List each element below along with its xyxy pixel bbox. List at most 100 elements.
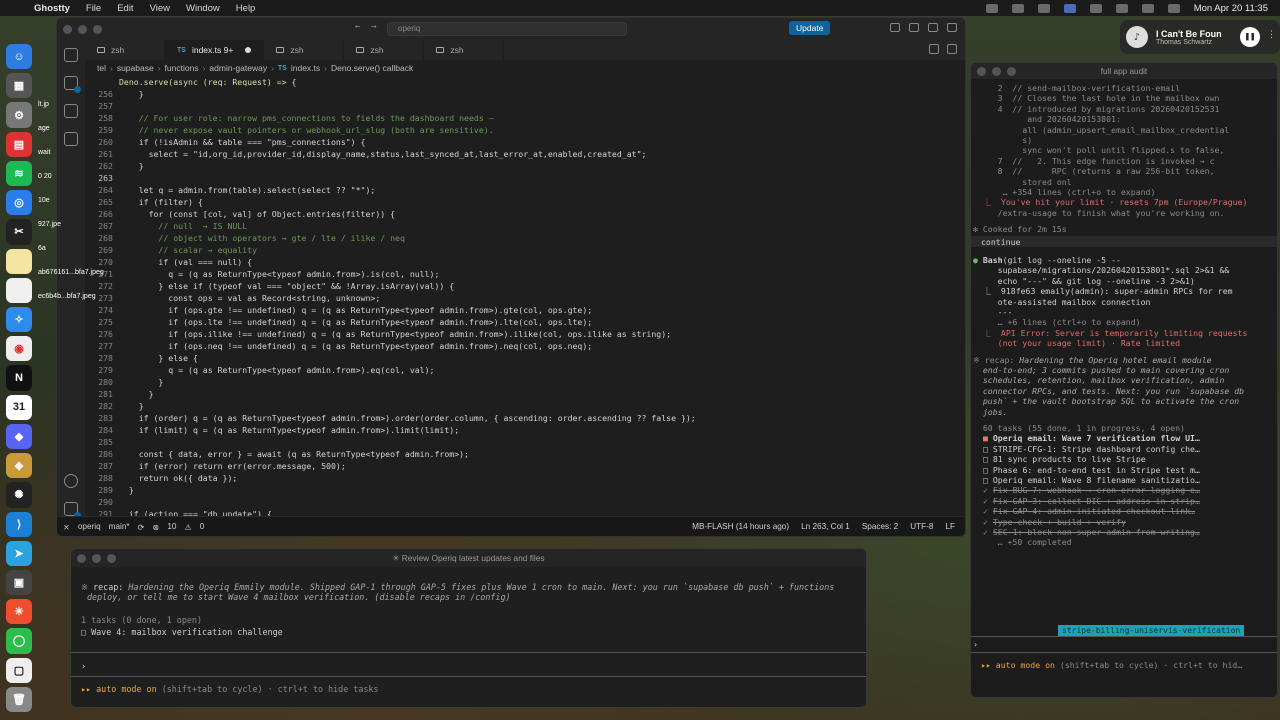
desktop-file[interactable]: 6a: [38, 244, 60, 254]
code-line[interactable]: 290: [85, 496, 965, 508]
close-button[interactable]: [63, 24, 72, 34]
update-button[interactable]: Update: [789, 21, 831, 35]
desktop-file[interactable]: 10e: [38, 196, 60, 206]
desktop-file[interactable]: 0 20: [38, 172, 60, 182]
branch-indicator[interactable]: main*: [109, 522, 130, 531]
split-editor-icon[interactable]: [929, 44, 939, 54]
prompt-input[interactable]: ›: [81, 661, 86, 671]
app-icon[interactable]: ◯: [6, 628, 32, 654]
eol[interactable]: LF: [945, 522, 955, 531]
sync-icon[interactable]: ⟳: [138, 522, 145, 532]
warnings-icon[interactable]: ⚠: [184, 522, 191, 532]
tab-terminal[interactable]: zsh: [264, 40, 345, 60]
app-icon[interactable]: ▢: [6, 657, 32, 683]
app-icon[interactable]: ▣: [6, 569, 32, 596]
code-line[interactable]: 288 return ok({ data });: [85, 472, 965, 484]
code-line[interactable]: 289 }: [85, 484, 965, 496]
remote-icon[interactable]: ⨯: [63, 522, 70, 532]
menu-edit[interactable]: Edit: [117, 3, 133, 14]
sticky-scroll-line[interactable]: Deno.serve(async (req: Request) => {: [85, 76, 965, 88]
code-line[interactable]: 280 }: [85, 376, 965, 388]
claude-icon[interactable]: ✳: [6, 599, 32, 625]
encoding[interactable]: UTF-8: [910, 522, 933, 531]
code-line[interactable]: 277 if (ops.neq !== undefined) q = (q as…: [85, 340, 965, 352]
discord-icon[interactable]: ◆: [6, 423, 32, 450]
menu-help[interactable]: Help: [236, 3, 256, 14]
code-line[interactable]: 258 // For user role: narrow pms_connect…: [85, 112, 965, 124]
breadcrumb-item[interactable]: supabase: [117, 63, 154, 73]
source-control-icon[interactable]: [64, 76, 81, 93]
warnings-count[interactable]: 0: [200, 522, 205, 531]
notes-icon[interactable]: [6, 248, 32, 274]
app-icon[interactable]: ◈: [6, 453, 32, 479]
tab-terminal[interactable]: zsh: [424, 40, 505, 60]
code-line[interactable]: 267 // null → IS NULL: [85, 220, 965, 232]
code-line[interactable]: 284 if (limit) q = (q as ReturnType<type…: [85, 424, 965, 436]
breadcrumb-item[interactable]: tel: [97, 63, 106, 73]
desktop-file[interactable]: ab676161...bfa7.jpeg: [38, 268, 104, 278]
apple-icon[interactable]: [10, 3, 20, 13]
tab-terminal[interactable]: zsh: [85, 40, 165, 60]
code-line[interactable]: 275 if (ops.lte !== undefined) q = (q as…: [85, 316, 965, 328]
problems-count[interactable]: 10: [167, 522, 176, 531]
command-center-search[interactable]: operiq: [387, 22, 627, 36]
claude-terminal-window[interactable]: full app audit 2 // send-mailbox-verific…: [970, 62, 1278, 698]
minimize-button[interactable]: [78, 24, 87, 34]
auto-mode-label[interactable]: ▸▸ auto mode on: [81, 684, 157, 694]
breadcrumb-item[interactable]: Deno.serve() callback: [331, 63, 413, 73]
desktop-file[interactable]: ec6b4b...bfa7.jpeg: [38, 292, 96, 302]
pause-icon[interactable]: ❚❚: [1240, 27, 1260, 47]
capcut-icon[interactable]: ✂: [6, 219, 32, 245]
tab-index-ts[interactable]: TS index.ts 9+: [165, 40, 265, 60]
wifi-icon[interactable]: [1141, 3, 1154, 13]
tray-icon[interactable]: [1037, 3, 1050, 13]
openai-icon[interactable]: ✺: [6, 482, 32, 508]
layout-icon[interactable]: [928, 23, 938, 32]
spotify-icon[interactable]: ≋: [6, 160, 32, 187]
code-line[interactable]: 261 select = "id,org_id,provider_id,disp…: [85, 148, 965, 160]
code-line[interactable]: 282 }: [85, 400, 965, 412]
code-line[interactable]: 269 // scalar → equality: [85, 244, 965, 256]
code-line[interactable]: 278 } else {: [85, 352, 965, 364]
git-blame[interactable]: MB-FLASH (14 hours ago): [692, 522, 789, 531]
desktop-file[interactable]: 927.jpe: [38, 220, 61, 230]
remote-indicator[interactable]: operiq: [78, 522, 101, 531]
vscode-icon[interactable]: ⟩: [6, 511, 32, 537]
app-icon[interactable]: ◎: [6, 190, 32, 216]
tab-terminal[interactable]: zsh: [344, 40, 425, 60]
explorer-icon[interactable]: [64, 48, 78, 62]
code-line[interactable]: 271 q = (q as ReturnType<typeof admin.fr…: [85, 268, 965, 280]
code-line[interactable]: 285: [85, 436, 965, 448]
code-line[interactable]: 276 if (ops.ilike !== undefined) q = (q …: [85, 328, 965, 340]
tray-icon[interactable]: [1011, 3, 1024, 13]
safari-icon[interactable]: ✧: [6, 306, 32, 333]
terminal-window[interactable]: ✳ Review Operiq latest updates and files…: [70, 548, 867, 708]
code-line[interactable]: 273 const ops = val as Record<string, un…: [85, 292, 965, 304]
settings-icon[interactable]: ⚙: [6, 102, 32, 128]
more-icon[interactable]: ⋮: [1267, 30, 1276, 40]
now-playing-widget[interactable]: ♪ I Can't Be Foun Thomas Schwartz ❚❚ ⋮: [1120, 20, 1280, 54]
code-line[interactable]: 262 }: [85, 160, 965, 172]
code-line[interactable]: 260 if (!isAdmin && table === "pms_conne…: [85, 136, 965, 148]
trash-icon[interactable]: 🗑: [6, 686, 32, 713]
launchpad-icon[interactable]: ▦: [6, 73, 32, 99]
app-icon[interactable]: ▤: [6, 131, 32, 157]
account-icon[interactable]: [64, 474, 78, 488]
menu-file[interactable]: File: [86, 3, 101, 14]
menubar-app-name[interactable]: Ghostty: [34, 3, 70, 14]
code-line[interactable]: 256 }: [85, 88, 965, 100]
desktop-file[interactable]: lt.jp: [38, 100, 60, 110]
app-icon[interactable]: [6, 277, 32, 303]
code-line[interactable]: 286 const { data, error } = await (q as …: [85, 448, 965, 460]
tray-icon[interactable]: [985, 3, 998, 13]
finder-icon[interactable]: ☺: [6, 44, 32, 70]
modified-dot-icon[interactable]: [245, 47, 252, 53]
code-line[interactable]: 257: [85, 100, 965, 112]
code-editor[interactable]: Deno.serve(async (req: Request) => { 256…: [85, 76, 965, 516]
code-line[interactable]: 283 if (order) q = (q as ReturnType<type…: [85, 412, 965, 424]
breadcrumb-item[interactable]: functions: [165, 63, 199, 73]
code-line[interactable]: 270 if (val === null) {: [85, 256, 965, 268]
code-line[interactable]: 259 // never expose vault pointers or we…: [85, 124, 965, 136]
code-line[interactable]: 279 q = (q as ReturnType<typeof admin.fr…: [85, 364, 965, 376]
code-line[interactable]: 291 if (action === "db_update") {: [85, 508, 965, 516]
